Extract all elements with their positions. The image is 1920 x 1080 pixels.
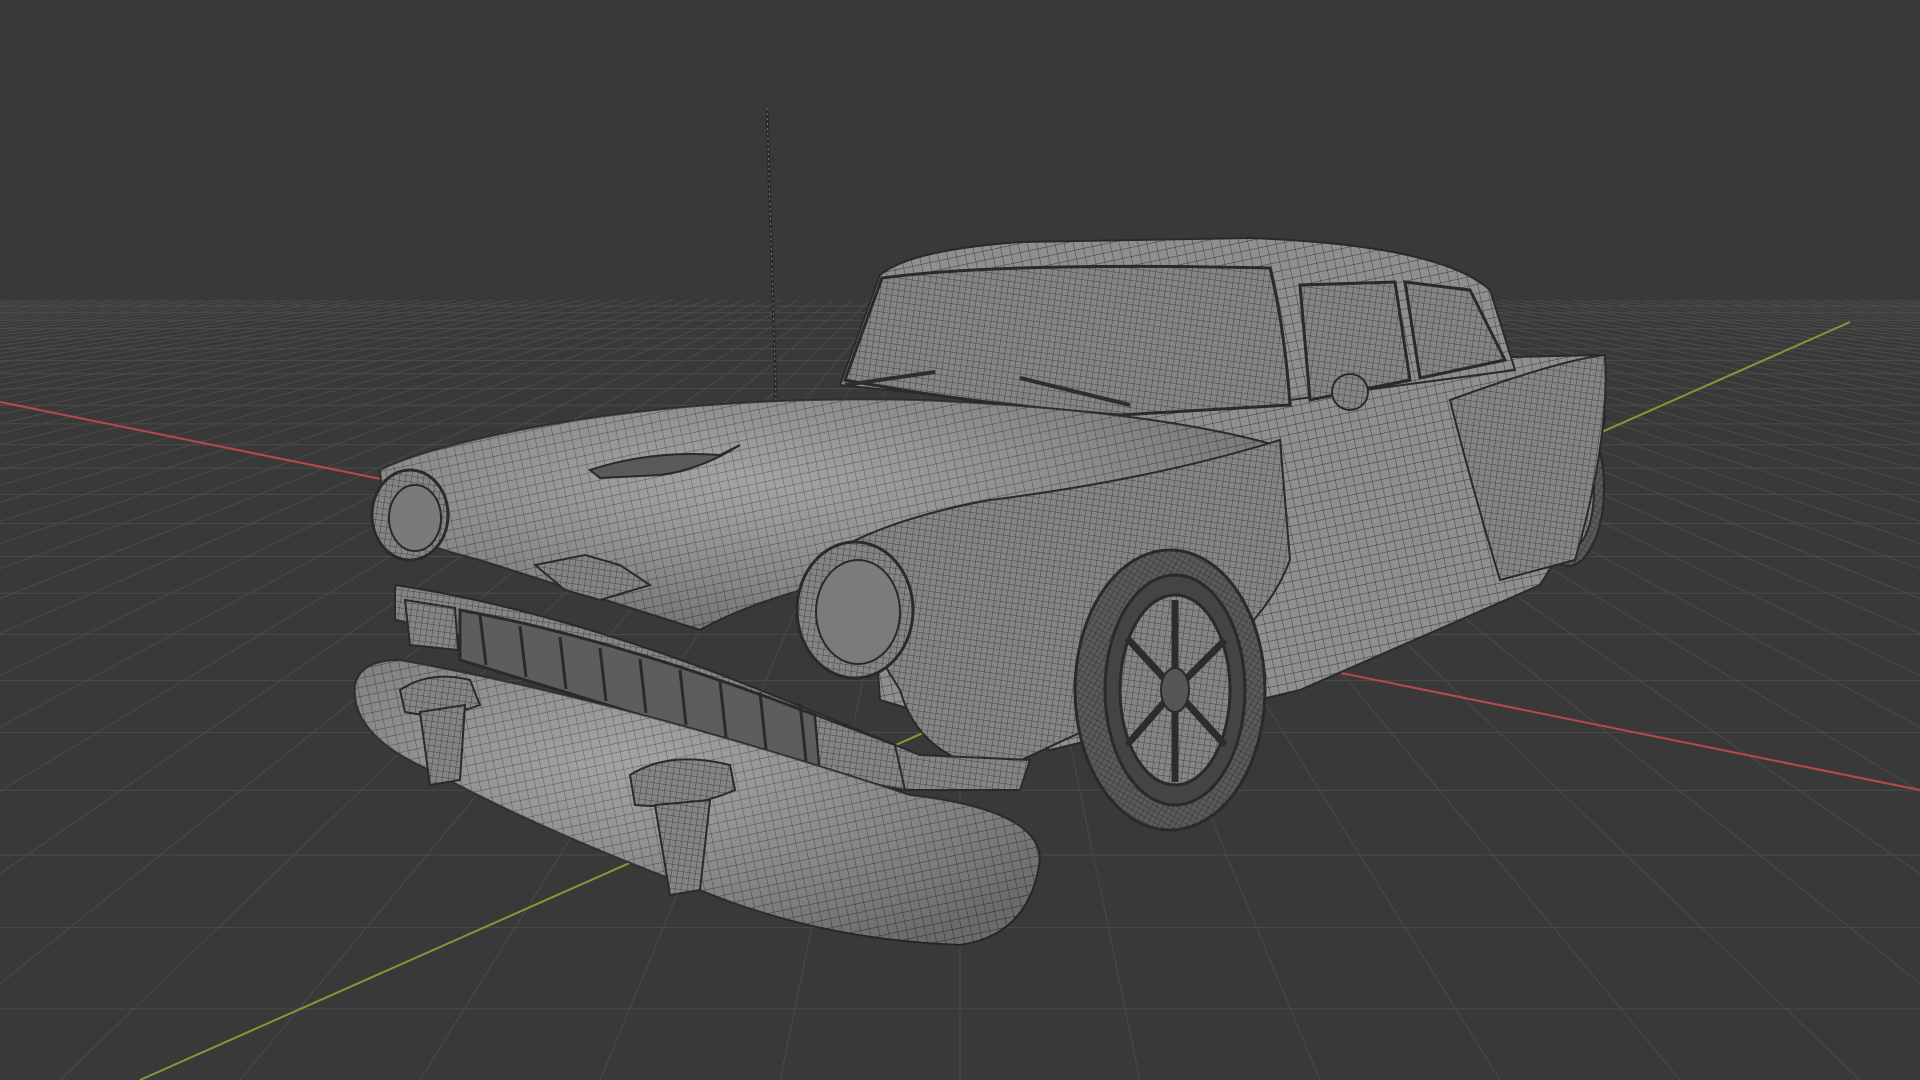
windshield	[842, 264, 1292, 417]
front-wheel	[1073, 548, 1267, 832]
viewport-canvas[interactable]	[0, 0, 1920, 1080]
parking-light-left	[403, 598, 460, 652]
3d-viewport[interactable]	[0, 0, 1920, 1080]
headlight-left	[370, 468, 450, 562]
headlight-right	[795, 540, 915, 680]
side-mirror	[1331, 373, 1369, 411]
